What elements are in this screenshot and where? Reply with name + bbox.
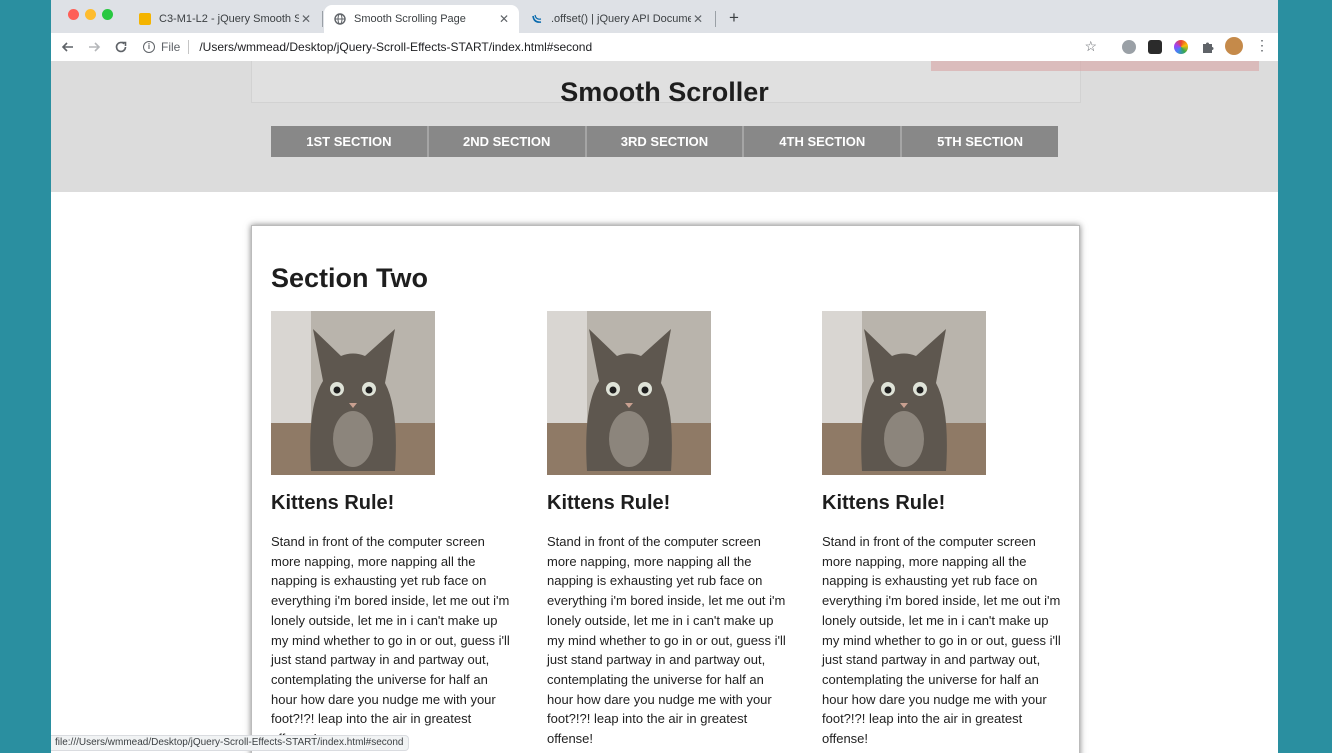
back-icon[interactable] [58,37,78,57]
bookmark-star-icon[interactable]: ☆ [1084,38,1097,55]
nav-link-section-2[interactable]: 2ND SECTION [428,126,587,157]
close-tab-icon[interactable]: ✕ [497,12,511,26]
article-body: Stand in front of the computer screen mo… [547,534,786,747]
minimize-window-button[interactable] [85,9,96,20]
browser-window: C3-M1-L2 - jQuery Smooth Sc ✕ Smooth Scr… [51,0,1278,753]
browser-toolbar: i File /Users/wmmead/Desktop/jQuery-Scro… [51,33,1278,61]
page-viewport: Smooth Scroller 1ST SECTION 2ND SECTION … [51,61,1278,753]
article-body: Stand in front of the computer screen mo… [822,534,1061,747]
link-status-bar: file:///Users/wmmead/Desktop/jQuery-Scro… [51,735,410,751]
article-column: Kittens Rule! Stand in front of the comp… [547,311,787,749]
globe-icon [334,13,346,25]
tab-divider [715,11,716,27]
section-two-card: Section Two Kittens Rule! Stand in front… [251,225,1080,753]
forward-icon[interactable] [84,37,104,57]
browser-menu-icon[interactable]: ⋮ [1255,37,1269,54]
file-scheme-label: File [161,40,181,54]
notion-icon[interactable] [1148,40,1162,54]
new-tab-button[interactable]: + [726,8,742,28]
article-body: Stand in front of the computer screen mo… [271,534,510,746]
kitten-photo [822,311,986,475]
color-picker-extension-icon[interactable] [1174,40,1188,54]
slides-icon [139,13,151,25]
section-nav: 1ST SECTION 2ND SECTION 3RD SECTION 4TH … [271,126,1058,157]
tab-title: Smooth Scrolling Page [354,13,466,25]
maximize-window-button[interactable] [102,9,113,20]
article-heading: Kittens Rule! [822,492,946,514]
nav-link-section-5[interactable]: 5TH SECTION [902,126,1058,157]
article-column: Kittens Rule! Stand in front of the comp… [271,311,511,749]
header-backdrop-banner [931,61,1259,71]
reload-icon[interactable] [111,37,131,57]
close-tab-icon[interactable]: ✕ [691,12,705,26]
close-window-button[interactable] [68,9,79,20]
nav-link-section-3[interactable]: 3RD SECTION [586,126,745,157]
site-header: Smooth Scroller 1ST SECTION 2ND SECTION … [51,61,1278,192]
profile-avatar[interactable] [1225,37,1243,55]
section-heading: Section Two [271,263,429,293]
close-tab-icon[interactable]: ✕ [299,12,313,26]
tab-smooth-scrolling[interactable]: Smooth Scrolling Page ✕ [324,5,519,33]
tab-title: .offset() | jQuery API Documen [551,13,691,25]
tab-slides[interactable]: C3-M1-L2 - jQuery Smooth Sc ✕ [129,5,321,33]
article-heading: Kittens Rule! [271,492,395,514]
article-heading: Kittens Rule! [547,492,671,514]
nav-link-section-4[interactable]: 4TH SECTION [744,126,903,157]
kitten-photo [271,311,435,475]
article-column: Kittens Rule! Stand in front of the comp… [822,311,1062,749]
kitten-photo [547,311,711,475]
address-bar[interactable]: i File /Users/wmmead/Desktop/jQuery-Scro… [143,35,1111,59]
page-title: Smooth Scroller [560,77,769,107]
nav-link-section-1[interactable]: 1ST SECTION [271,126,429,157]
extension-circle-icon[interactable] [1122,40,1136,54]
jquery-icon [531,13,543,25]
tab-strip: C3-M1-L2 - jQuery Smooth Sc ✕ Smooth Scr… [51,0,1278,33]
tab-jquery-docs[interactable]: .offset() | jQuery API Documen ✕ [521,5,713,33]
tab-title: C3-M1-L2 - jQuery Smooth Sc [159,13,299,25]
url-separator [188,40,190,54]
tab-divider [322,11,323,27]
info-icon[interactable]: i [143,41,155,53]
url-text[interactable]: /Users/wmmead/Desktop/jQuery-Scroll-Effe… [199,40,592,54]
extensions-puzzle-icon[interactable] [1201,40,1215,54]
